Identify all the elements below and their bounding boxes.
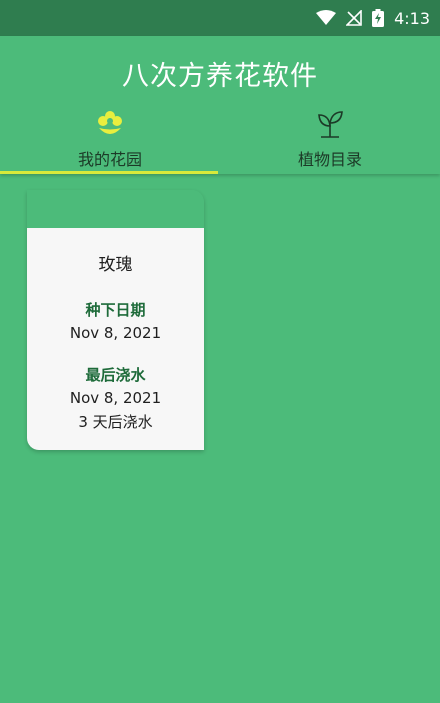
tab-label: 我的花园 bbox=[77, 150, 142, 169]
planted-date-value: Nov 8, 2021 bbox=[69, 324, 162, 342]
wifi-icon bbox=[316, 10, 337, 26]
sprout-icon bbox=[315, 108, 345, 140]
water-due-text: 3 天后浇水 bbox=[78, 413, 153, 431]
page-title: 八次方养花软件 bbox=[122, 61, 318, 92]
last-watered-label: 最后浇水 bbox=[85, 366, 146, 384]
battery-charging-icon bbox=[372, 9, 385, 27]
status-bar: 4:13 bbox=[0, 0, 440, 36]
plant-card[interactable]: 玫瑰 种下日期 Nov 8, 2021 最后浇水 Nov 8, 2021 3 天… bbox=[27, 190, 204, 450]
plant-name: 玫瑰 bbox=[98, 255, 133, 275]
app-bar: 八次方养花软件 我的花园 植物目录 bbox=[0, 36, 440, 174]
tab-bar: 我的花园 植物目录 bbox=[0, 102, 440, 174]
card-image-area bbox=[27, 190, 204, 228]
flower-icon bbox=[95, 108, 125, 140]
planted-date-label: 种下日期 bbox=[85, 301, 146, 319]
tab-indicator bbox=[0, 171, 218, 174]
tab-plant-catalog[interactable]: 植物目录 bbox=[220, 102, 440, 174]
card-body: 玫瑰 种下日期 Nov 8, 2021 最后浇水 Nov 8, 2021 3 天… bbox=[27, 228, 204, 450]
last-watered-value: Nov 8, 2021 bbox=[69, 389, 162, 407]
tab-label: 植物目录 bbox=[297, 150, 362, 169]
tab-my-garden[interactable]: 我的花园 bbox=[0, 102, 220, 174]
no-signal-icon bbox=[346, 10, 362, 26]
status-time: 4:13 bbox=[394, 8, 430, 28]
